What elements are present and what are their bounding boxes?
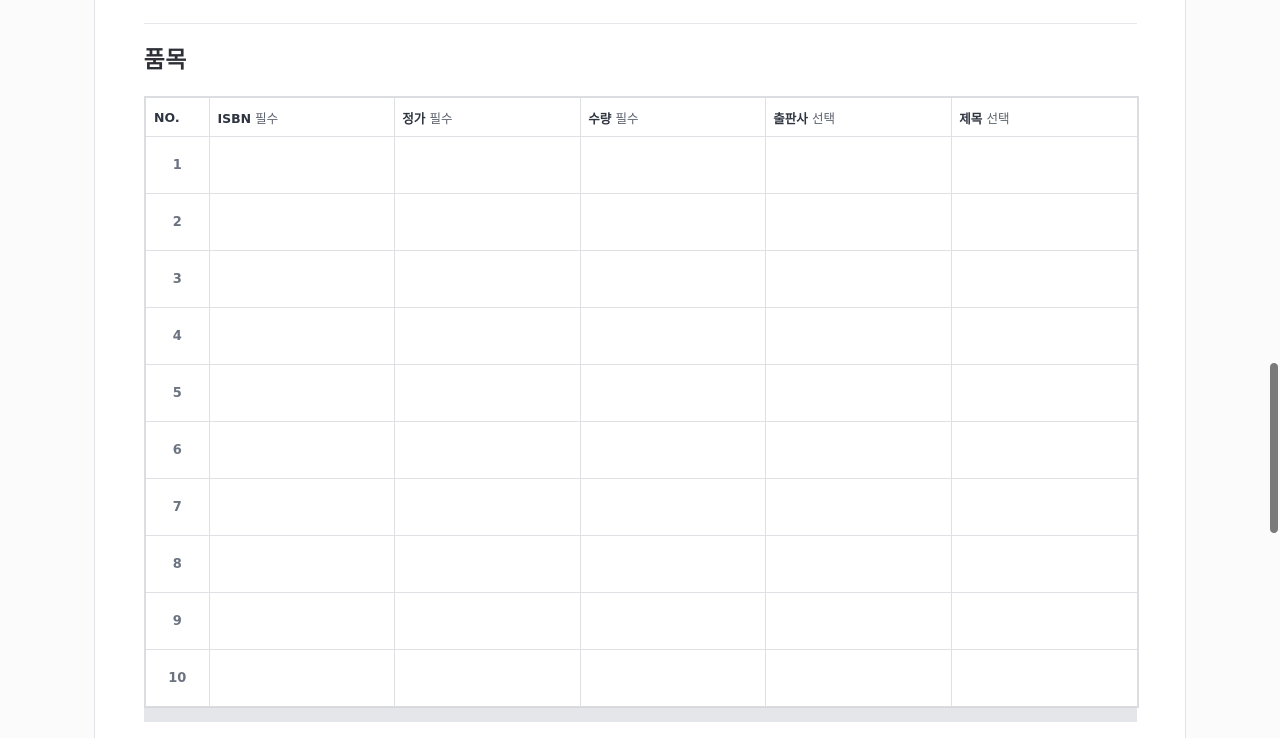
table-row: 8 bbox=[144, 535, 1139, 593]
title-cell[interactable] bbox=[950, 535, 1139, 593]
publisher-cell[interactable] bbox=[764, 649, 952, 708]
quantity-cell[interactable] bbox=[579, 421, 766, 479]
quantity-cell[interactable] bbox=[579, 364, 766, 422]
publisher-cell[interactable] bbox=[764, 535, 952, 593]
column-header-publisher: 출판사 선택 bbox=[764, 96, 952, 137]
table-row: 7 bbox=[144, 478, 1139, 536]
items-table: NO. ISBN 필수 정가 필수 수량 필수 출판사 선택 제목 선택 12345678… bbox=[144, 96, 1139, 708]
row-number: 8 bbox=[144, 535, 210, 593]
price-cell[interactable] bbox=[393, 307, 581, 365]
title-cell[interactable] bbox=[950, 649, 1139, 708]
quantity-cell[interactable] bbox=[579, 478, 766, 536]
row-number: 10 bbox=[144, 649, 210, 708]
publisher-cell[interactable] bbox=[764, 592, 952, 650]
required-tag: 필수 bbox=[255, 110, 279, 126]
isbn-cell[interactable] bbox=[208, 193, 395, 251]
row-number: 7 bbox=[144, 478, 210, 536]
publisher-cell[interactable] bbox=[764, 307, 952, 365]
price-cell[interactable] bbox=[393, 250, 581, 308]
isbn-cell[interactable] bbox=[208, 535, 395, 593]
table-row: 1 bbox=[144, 136, 1139, 194]
publisher-cell[interactable] bbox=[764, 136, 952, 194]
row-number: 3 bbox=[144, 250, 210, 308]
quantity-cell[interactable] bbox=[579, 307, 766, 365]
table-row: 6 bbox=[144, 421, 1139, 479]
table-row: 10 bbox=[144, 649, 1139, 708]
price-cell[interactable] bbox=[393, 421, 581, 479]
row-number: 9 bbox=[144, 592, 210, 650]
publisher-cell[interactable] bbox=[764, 193, 952, 251]
isbn-cell[interactable] bbox=[208, 307, 395, 365]
quantity-cell[interactable] bbox=[579, 136, 766, 194]
optional-tag: 선택 bbox=[812, 110, 836, 126]
title-cell[interactable] bbox=[950, 250, 1139, 308]
column-header-isbn: ISBN 필수 bbox=[208, 96, 395, 137]
table-row: 9 bbox=[144, 592, 1139, 650]
column-header-quantity: 수량 필수 bbox=[579, 96, 766, 137]
row-number: 5 bbox=[144, 364, 210, 422]
row-number: 6 bbox=[144, 421, 210, 479]
isbn-cell[interactable] bbox=[208, 136, 395, 194]
title-cell[interactable] bbox=[950, 136, 1139, 194]
title-cell[interactable] bbox=[950, 193, 1139, 251]
title-cell[interactable] bbox=[950, 307, 1139, 365]
title-cell[interactable] bbox=[950, 421, 1139, 479]
publisher-cell[interactable] bbox=[764, 421, 952, 479]
price-cell[interactable] bbox=[393, 136, 581, 194]
quantity-cell[interactable] bbox=[579, 193, 766, 251]
isbn-cell[interactable] bbox=[208, 592, 395, 650]
quantity-cell[interactable] bbox=[579, 592, 766, 650]
quantity-cell[interactable] bbox=[579, 649, 766, 708]
isbn-cell[interactable] bbox=[208, 250, 395, 308]
section-title: 품목 bbox=[144, 47, 188, 73]
publisher-cell[interactable] bbox=[764, 478, 952, 536]
price-cell[interactable] bbox=[393, 649, 581, 708]
table-row: 3 bbox=[144, 250, 1139, 308]
price-cell[interactable] bbox=[393, 478, 581, 536]
section-divider bbox=[144, 23, 1137, 24]
required-tag: 필수 bbox=[615, 110, 639, 126]
scrollbar[interactable] bbox=[1266, 0, 1280, 720]
form-card: 품목 NO. ISBN 필수 정가 필수 수량 필수 출판사 선택 제목 선택 12345… bbox=[94, 0, 1186, 738]
optional-tag: 선택 bbox=[986, 110, 1010, 126]
table-header-row: NO. ISBN 필수 정가 필수 수량 필수 출판사 선택 제목 선택 bbox=[144, 96, 1139, 137]
price-cell[interactable] bbox=[393, 535, 581, 593]
title-cell[interactable] bbox=[950, 478, 1139, 536]
price-cell[interactable] bbox=[393, 193, 581, 251]
title-cell[interactable] bbox=[950, 364, 1139, 422]
row-number: 1 bbox=[144, 136, 210, 194]
isbn-cell[interactable] bbox=[208, 478, 395, 536]
price-cell[interactable] bbox=[393, 364, 581, 422]
table-row: 4 bbox=[144, 307, 1139, 365]
table-row: 5 bbox=[144, 364, 1139, 422]
publisher-cell[interactable] bbox=[764, 250, 952, 308]
quantity-cell[interactable] bbox=[579, 250, 766, 308]
scrollbar-thumb[interactable] bbox=[1270, 363, 1278, 533]
column-header-price: 정가 필수 bbox=[393, 96, 581, 137]
title-cell[interactable] bbox=[950, 592, 1139, 650]
quantity-cell[interactable] bbox=[579, 535, 766, 593]
publisher-cell[interactable] bbox=[764, 364, 952, 422]
row-number: 2 bbox=[144, 193, 210, 251]
column-header-title: 제목 선택 bbox=[950, 96, 1139, 137]
column-header-no: NO. bbox=[144, 96, 210, 137]
table-row: 2 bbox=[144, 193, 1139, 251]
required-tag: 필수 bbox=[429, 110, 453, 126]
isbn-cell[interactable] bbox=[208, 364, 395, 422]
isbn-cell[interactable] bbox=[208, 421, 395, 479]
isbn-cell[interactable] bbox=[208, 649, 395, 708]
price-cell[interactable] bbox=[393, 592, 581, 650]
row-number: 4 bbox=[144, 307, 210, 365]
